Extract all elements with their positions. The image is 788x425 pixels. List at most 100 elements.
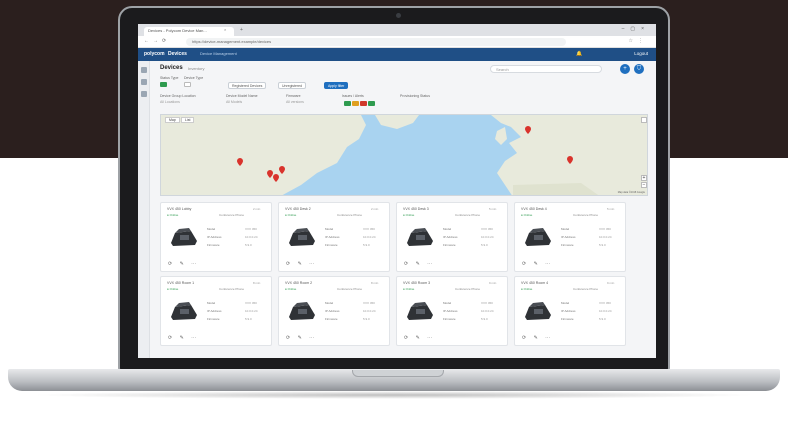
back-button[interactable]: ← — [144, 38, 153, 44]
device-actions[interactable]: ⟳ ✎ ⋯ — [168, 261, 199, 267]
reload-button[interactable]: ⟳ — [162, 38, 170, 44]
device-detail-value: 5.9.0 — [245, 243, 252, 247]
device-detail-value: 10.0.0.24 — [481, 235, 494, 239]
device-actions[interactable]: ⟳ ✎ ⋯ — [522, 261, 553, 267]
device-detail-label: IP Address — [443, 309, 458, 313]
chip-registered[interactable]: Registered Devices — [228, 82, 267, 89]
add-device-button[interactable]: + — [620, 64, 630, 74]
device-detail-value: 10.0.0.24 — [363, 235, 376, 239]
address-bar[interactable]: https://device-management.example/device… — [186, 38, 566, 46]
device-name[interactable]: VVX 450 Desk 4 — [521, 207, 547, 211]
browser-tab[interactable]: Devices - Polycom Device Man... — [144, 27, 234, 36]
forward-button[interactable]: → — [153, 38, 162, 44]
device-card[interactable]: VVX 450 Room 3 9 min ● Online Conference Ph… — [396, 276, 508, 346]
device-detail-value: 5.9.0 — [245, 317, 252, 321]
home-icon[interactable] — [141, 67, 147, 73]
phone-image — [289, 228, 315, 246]
device-detail-label: IP Address — [207, 309, 222, 313]
device-last-seen: 9 min — [489, 281, 497, 285]
device-name[interactable]: VVX 450 Room 1 — [167, 281, 194, 285]
device-type-toggle[interactable] — [184, 82, 191, 87]
device-actions[interactable]: ⟳ ✎ ⋯ — [404, 335, 435, 341]
device-detail-label: Firmware — [561, 243, 574, 247]
new-tab-button[interactable]: + — [240, 27, 243, 33]
phone-image — [407, 302, 433, 320]
page-title: Devices — [160, 65, 183, 71]
browser-tabbar: Devices - Polycom Device Man... × + –▢× — [138, 24, 656, 36]
chip-unregistered[interactable]: Unregistered — [278, 82, 307, 89]
close-window-button[interactable]: × — [641, 26, 650, 32]
apply-filter-button[interactable]: Apply filter — [324, 82, 349, 89]
device-name[interactable]: VVX 450 Desk 3 — [403, 207, 429, 211]
device-name[interactable]: VVX 450 Room 3 — [403, 281, 430, 285]
maximize-button[interactable]: ▢ — [630, 26, 641, 32]
device-last-seen: 2 min — [253, 207, 261, 211]
device-last-seen: 9 min — [607, 281, 615, 285]
device-detail-label: Firmware — [207, 317, 220, 321]
zoom-in-button[interactable]: + — [641, 175, 647, 181]
device-card[interactable]: VVX 450 Lobby 2 min ● Online Conference Pho… — [160, 202, 272, 272]
device-detail-value: VVX 450 — [363, 301, 375, 305]
device-detail-label: Model — [443, 227, 452, 231]
landmass-uk — [495, 127, 507, 145]
device-card[interactable]: VVX 450 Desk 3 5 min ● Online Conference Ph… — [396, 202, 508, 272]
breadcrumb[interactable]: Device Management — [200, 51, 237, 56]
device-card[interactable]: VVX 450 Room 1 8 min ● Online Conference Ph… — [160, 276, 272, 346]
zoom-out-button[interactable]: − — [641, 182, 647, 188]
close-tab-icon[interactable]: × — [224, 27, 226, 32]
devices-icon[interactable] — [141, 79, 147, 85]
device-actions[interactable]: ⟳ ✎ ⋯ — [168, 335, 199, 341]
filter-label-provisioning: Provisioning Status — [400, 94, 430, 98]
phone-image — [525, 228, 551, 246]
device-detail-value: 5.9.0 — [363, 243, 370, 247]
device-detail-value: 10.0.0.24 — [481, 309, 494, 313]
alert-badge[interactable] — [360, 101, 367, 106]
bookmark-icon[interactable]: ☆ — [629, 38, 638, 44]
device-actions[interactable]: ⟳ ✎ ⋯ — [286, 261, 317, 267]
device-last-seen: 8 min — [371, 281, 379, 285]
map-tab[interactable]: Map — [165, 117, 180, 123]
device-map[interactable]: Map List + − Map data ©2018 Google — [160, 114, 648, 196]
filter-value-firmware[interactable]: All versions — [286, 100, 304, 104]
notification-icon[interactable]: 🔔 — [576, 51, 582, 57]
device-category: Conference Phone — [219, 287, 245, 291]
filter-value-model[interactable]: All Models — [226, 100, 242, 104]
search-input[interactable]: Search — [490, 65, 602, 73]
filter-label-model: Device Model Name — [226, 94, 258, 98]
alert-badge[interactable] — [344, 101, 351, 106]
app-logo[interactable]: polycom — [144, 51, 165, 57]
laptop-screen: Devices - Polycom Device Man... × + –▢× … — [138, 24, 656, 358]
device-last-seen: 5 min — [489, 207, 497, 211]
device-category: Conference Phone — [455, 213, 481, 217]
status-toggle[interactable] — [160, 82, 167, 87]
device-name[interactable]: VVX 450 Desk 2 — [285, 207, 311, 211]
device-card[interactable]: VVX 450 Room 4 9 min ● Online Conference Ph… — [514, 276, 626, 346]
device-detail-label: Firmware — [443, 317, 456, 321]
device-name[interactable]: VVX 450 Room 2 — [285, 281, 312, 285]
device-status: ● Online — [521, 287, 533, 291]
device-actions[interactable]: ⟳ ✎ ⋯ — [522, 335, 553, 341]
device-card[interactable]: VVX 450 Room 2 8 min ● Online Conference Ph… — [278, 276, 390, 346]
device-detail-value: VVX 450 — [599, 227, 611, 231]
filter-value-location[interactable]: All Locations — [160, 100, 180, 104]
device-status: ● Online — [285, 287, 297, 291]
device-detail-label: Firmware — [325, 317, 338, 321]
device-actions[interactable]: ⟳ ✎ ⋯ — [286, 335, 317, 341]
filter-label-firmware: Firmware — [286, 94, 301, 98]
device-status: ● Online — [521, 213, 533, 217]
device-name[interactable]: VVX 450 Room 4 — [521, 281, 548, 285]
device-actions[interactable]: ⟳ ✎ ⋯ — [404, 261, 435, 267]
device-card[interactable]: VVX 450 Desk 2 2 min ● Online Conference Ph… — [278, 202, 390, 272]
device-card[interactable]: VVX 450 Desk 4 5 min ● Online Conference Ph… — [514, 202, 626, 272]
alert-badge[interactable] — [352, 101, 359, 106]
logout-link[interactable]: Logout — [634, 51, 648, 56]
settings-icon[interactable] — [141, 91, 147, 97]
device-last-seen: 8 min — [253, 281, 261, 285]
filter-button[interactable]: ⛉ — [634, 64, 644, 74]
alert-badge[interactable] — [368, 101, 375, 106]
menu-icon[interactable]: ⋮ — [638, 38, 648, 44]
fullscreen-button[interactable] — [641, 117, 647, 123]
list-tab[interactable]: List — [181, 117, 195, 123]
device-name[interactable]: VVX 450 Lobby — [167, 207, 191, 211]
map-attribution: Map data ©2018 Google — [617, 191, 645, 194]
